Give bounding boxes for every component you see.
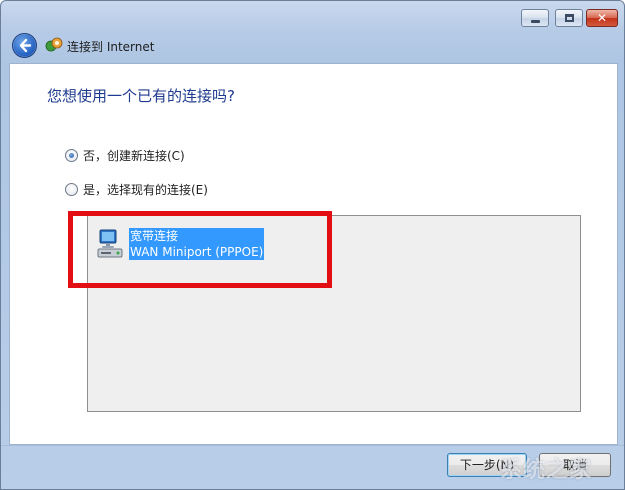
radio-create-new[interactable] — [65, 149, 78, 162]
option-use-existing[interactable]: 是，选择现有的连接(E) — [65, 181, 208, 198]
highlight-annotation — [68, 211, 332, 288]
close-button[interactable]: ✕ — [586, 9, 618, 27]
wizard-content: 您想使用一个已有的连接吗? 否，创建新连接(C) 是，选择现有的连接(E) 宽带… — [9, 63, 618, 445]
back-button[interactable] — [12, 33, 37, 58]
option-use-existing-label: 是，选择现有的连接(E) — [83, 183, 208, 197]
maximize-button[interactable] — [555, 9, 583, 27]
minimize-button[interactable] — [521, 9, 549, 27]
page-question: 您想使用一个已有的连接吗? — [47, 87, 235, 105]
radio-use-existing[interactable] — [65, 183, 78, 196]
maximize-icon — [565, 14, 574, 22]
network-globe-icon — [45, 37, 63, 57]
minimize-icon — [531, 20, 540, 23]
back-arrow-icon — [19, 38, 32, 53]
dialog-window: ✕ 连接到 Internet 您想使用一个已有的连接吗? 否，创建新连接(C) … — [0, 0, 625, 490]
window-title: 连接到 Internet — [67, 40, 155, 54]
watermark-logo: 系统之家 — [499, 458, 592, 483]
option-create-new-label: 否，创建新连接(C) — [83, 149, 185, 163]
close-icon: ✕ — [596, 11, 608, 25]
option-create-new[interactable]: 否，创建新连接(C) — [65, 147, 185, 164]
